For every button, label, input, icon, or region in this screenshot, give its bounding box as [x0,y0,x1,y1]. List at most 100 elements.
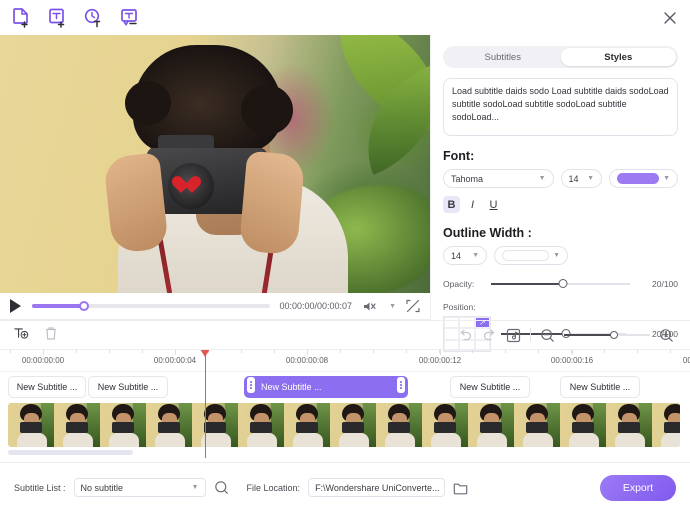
file-location-value: F:\Wondershare UniConverte... [315,483,439,493]
video-filmstrip[interactable] [8,403,680,447]
tab-styles[interactable]: Styles [561,48,677,66]
timeline-zoom-handle[interactable] [610,331,618,339]
font-family-value: Tahoma [451,174,483,184]
video-track-row[interactable] [0,403,690,447]
panel-tabs: Subtitles Styles [443,46,678,68]
subtitle-clip-selected[interactable]: New Subtitle ... [244,376,408,398]
timeline-ruler[interactable]: 00:00:00:0000:00:00:0400:00:00:0800:00:0… [0,350,690,372]
subtitle-text-input[interactable]: Load subtitle daids sodo Load subtitle d… [443,78,678,136]
italic-button[interactable]: I [464,196,481,213]
playhead-handle[interactable] [200,350,210,357]
ruler-tick-label: 00:00:00:00 [22,356,64,365]
filmstrip-frame [8,403,54,447]
chevron-down-icon: ▼ [192,484,199,491]
outline-color-swatch [502,250,549,261]
timeline-toolbar-right [450,328,690,343]
ruler-minor-tick [571,350,572,353]
auto-subtitle-icon[interactable] [82,7,104,29]
mute-icon[interactable] [361,299,376,314]
timeline[interactable]: 00:00:00:0000:00:00:0400:00:00:0800:00:0… [0,350,690,458]
ruler-minor-tick [637,350,638,353]
ruler-minor-tick [241,350,242,353]
bold-label: B [448,199,456,211]
seek-bar[interactable] [32,304,270,308]
filmstrip-frame [192,403,238,447]
ruler-tick-label: 00:00:00:12 [419,356,461,365]
close-icon[interactable] [662,10,678,26]
export-button[interactable]: Export [600,475,676,501]
clip-resize-handle-left[interactable] [247,377,255,393]
playhead[interactable] [205,350,206,458]
filmstrip-frame [422,403,468,447]
ruler-minor-tick [373,350,374,353]
tab-subtitles[interactable]: Subtitles [445,48,561,66]
audio-icon[interactable] [506,328,521,343]
bold-button[interactable]: B [443,196,460,213]
chevron-down-icon: ▼ [663,175,670,182]
folder-icon[interactable] [453,480,468,495]
ruler-minor-tick [142,350,143,353]
timeline-zoom-slider[interactable] [564,334,650,336]
person-hand-right [239,151,305,256]
subtitle-clip[interactable]: New Subtitle ... [450,376,530,398]
search-icon[interactable] [214,480,229,495]
add-file-icon[interactable] [10,7,32,29]
ruler-minor-tick [340,350,341,353]
chevron-down-icon: ▼ [472,252,479,259]
chevron-down-icon: ▼ [587,175,594,182]
player-panel: 00:00:00/00:00:07 ▼ [0,35,430,320]
ruler-minor-tick [472,350,473,353]
filmstrip-frame [468,403,514,447]
main-area: 00:00:00/00:00:07 ▼ [0,35,690,320]
ruler-minor-tick [670,350,671,353]
ruler-minor-tick [406,350,407,353]
add-subtitle-file-icon[interactable] [46,7,68,29]
font-size-select[interactable]: 14 ▼ [561,169,603,188]
bottom-bar: Subtitle List : No subtitle ▼ File Locat… [0,462,690,512]
font-color-swatch [617,173,659,184]
redo-icon[interactable] [482,328,497,343]
ruler-tick-label: 00:00:00:16 [551,356,593,365]
font-controls-row: Tahoma ▼ 14 ▼ ▼ [443,169,678,188]
file-location-select[interactable]: F:\Wondershare UniConverte... ▼ [308,478,445,497]
ruler-tick-label: 00:00:00:20 [683,356,690,365]
filmstrip-frame [514,403,560,447]
filmstrip-frame [238,403,284,447]
ruler-tick [572,350,573,355]
ruler-minor-tick [109,350,110,353]
ruler-minor-tick [439,350,440,353]
seek-handle[interactable] [79,301,89,311]
opacity-row: Opacity: 20/100 [443,279,678,289]
subtitle-clip[interactable]: New Subtitle ... [560,376,640,398]
font-family-select[interactable]: Tahoma ▼ [443,169,554,188]
subtitle-list-select[interactable]: No subtitle ▼ [74,478,206,497]
play-button[interactable] [10,299,21,313]
seek-fill [32,304,84,308]
font-color-select[interactable]: ▼ [609,169,678,188]
zoom-in-icon[interactable] [659,328,674,343]
undo-icon[interactable] [458,328,473,343]
subtitle-clip-row[interactable]: New Subtitle ...New Subtitle ...New Subt… [0,374,690,400]
filmstrip-frame [606,403,652,447]
filmstrip-frame [146,403,192,447]
toolbar-icon-group [10,7,140,29]
opacity-slider[interactable] [491,283,630,285]
fullscreen-icon[interactable] [405,299,420,314]
opacity-slider-handle[interactable] [559,279,568,288]
clip-resize-handle-right[interactable] [397,377,405,393]
subtitle-clip[interactable]: New Subtitle ... [88,376,168,398]
video-preview[interactable] [0,35,430,293]
timeline-horizontal-scrollbar[interactable] [8,450,133,455]
underline-button[interactable]: U [485,196,502,213]
heart-icon [181,177,201,195]
outline-width-select[interactable]: 14 ▼ [443,246,487,265]
outline-color-select[interactable]: ▼ [494,246,568,265]
text-style-buttons: B I U [443,196,678,213]
zoom-out-icon[interactable] [540,328,555,343]
chevron-down-icon[interactable]: ▼ [389,303,396,310]
subtitle-clip[interactable]: New Subtitle ... [8,376,86,398]
camera-lens [168,163,214,209]
italic-label: I [471,199,474,211]
manual-subtitle-icon[interactable] [118,7,140,29]
ruler-tick [440,350,441,355]
